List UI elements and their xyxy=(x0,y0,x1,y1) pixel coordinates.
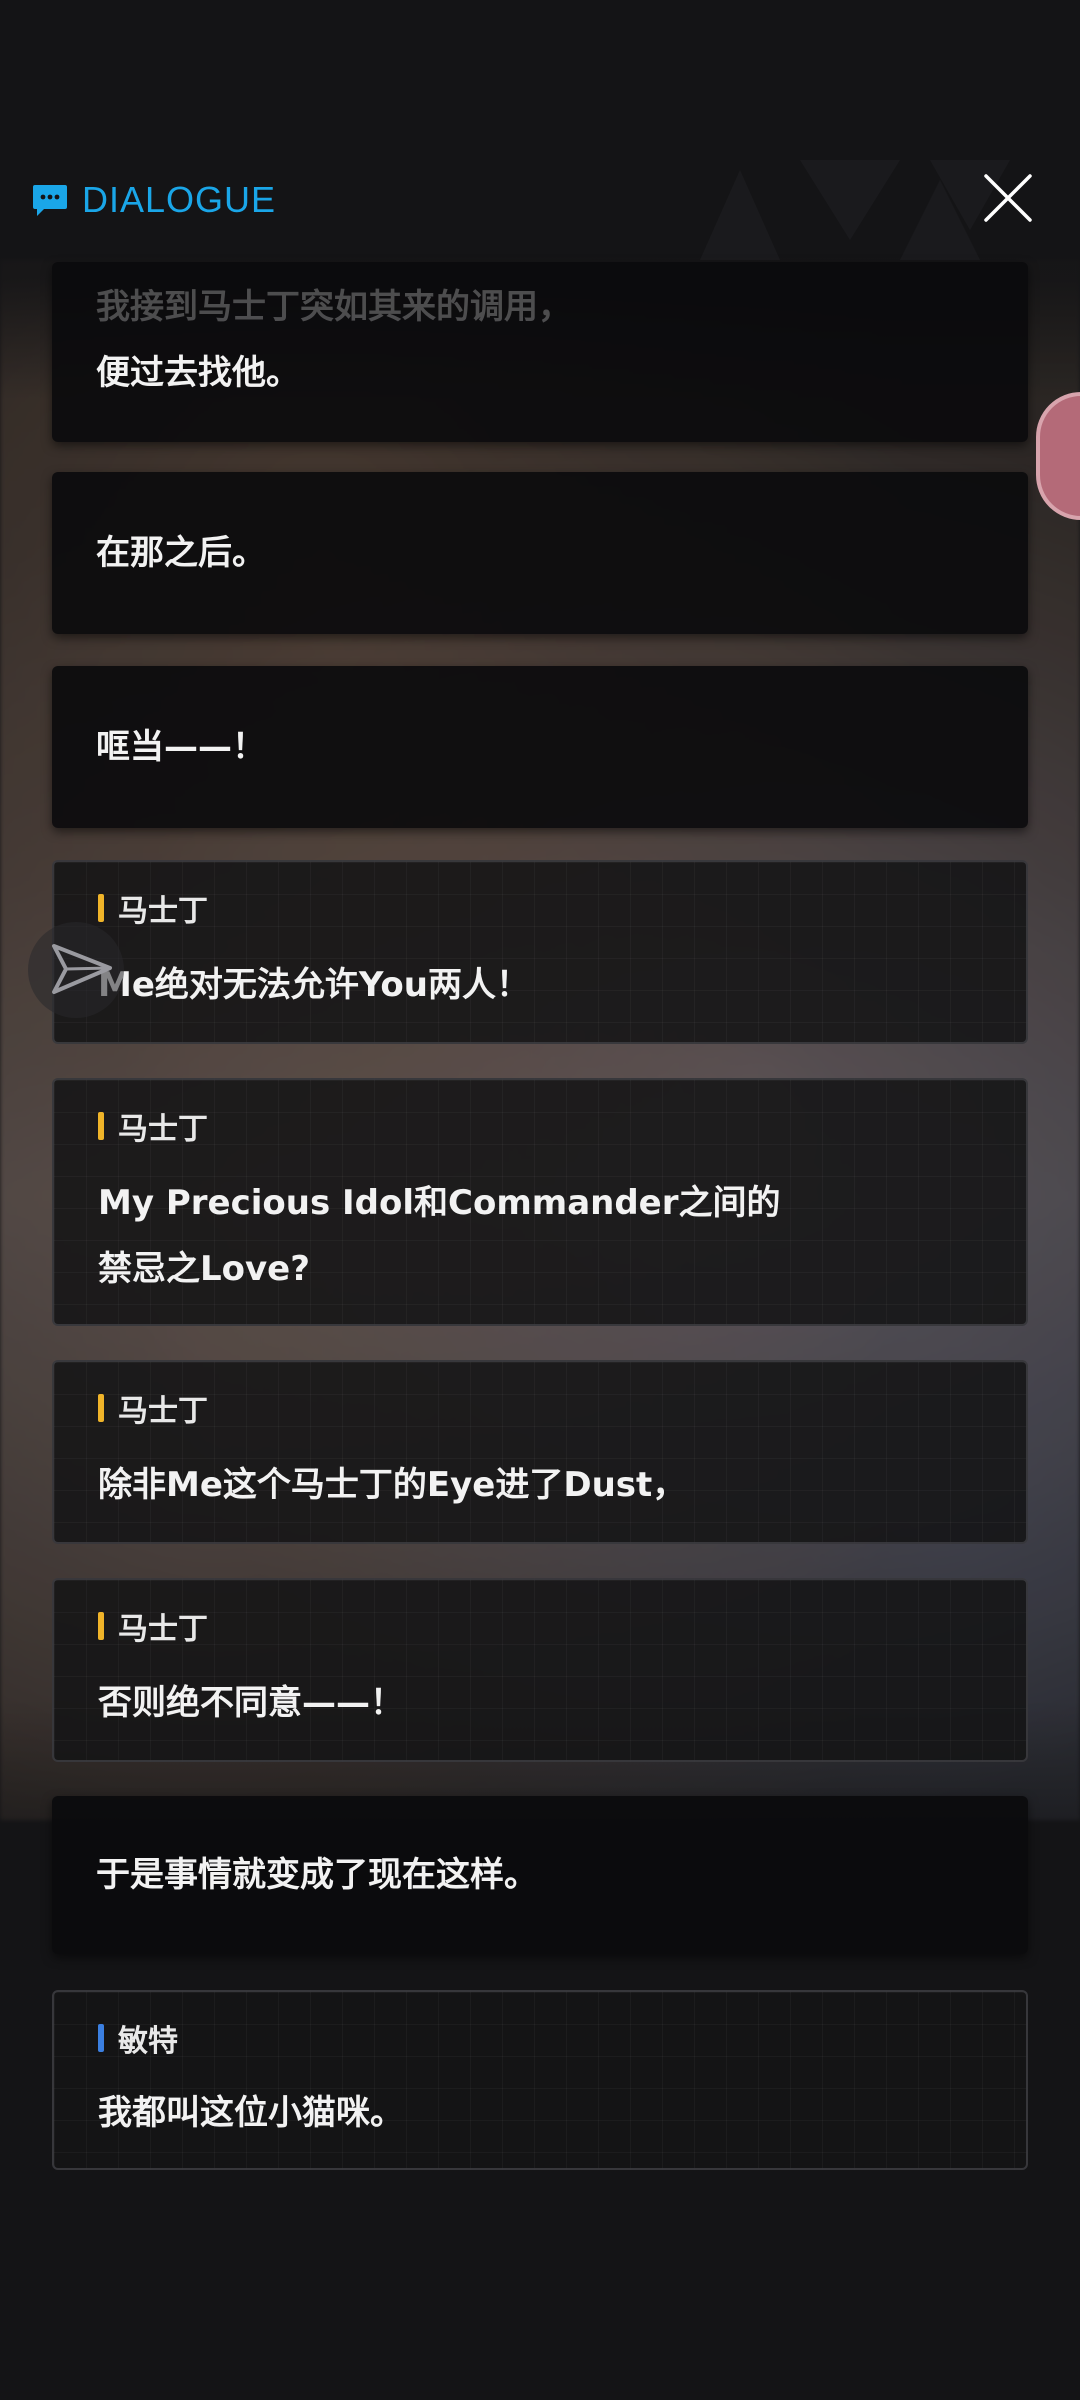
dialogue-card: 马士丁 除非Me这个马士丁的Eye进了Dust， xyxy=(52,1360,1028,1544)
dialogue-text: 哐当——！ xyxy=(96,727,266,767)
speaker-name: 马士丁 xyxy=(118,1612,208,1647)
dialogue-line: My Precious Idol和Commander之间的 xyxy=(98,1183,781,1223)
dialogue-card: 马士丁 Me绝对无法允许You两人！ xyxy=(52,860,1028,1044)
dialogue-card: 我接到马士丁突如其来的调用， 便过去找他。 xyxy=(52,262,1028,442)
dialogue-line: 我接到马士丁突如其来的调用， xyxy=(96,287,572,327)
send-arrow-button[interactable] xyxy=(28,922,124,1018)
send-arrow-icon xyxy=(52,944,112,994)
dialogue-card: 马士丁 My Precious Idol和Commander之间的 禁忌之Lov… xyxy=(52,1078,1028,1326)
dialogue-card: 在那之后。 xyxy=(52,472,1028,634)
speaker-bar xyxy=(98,1612,104,1640)
decorative-triangles-icon xyxy=(700,160,1010,260)
speaker-tag: 马士丁 xyxy=(98,1386,208,1430)
speaker-tag: 马士丁 xyxy=(98,1104,208,1148)
dialogue-text: 在那之后。 xyxy=(96,533,266,573)
dialogue-line: 便过去找他。 xyxy=(96,353,300,393)
chat-bubble-icon xyxy=(33,185,67,216)
speaker-bar xyxy=(98,894,104,922)
dialogue-card: 敏特 我都叫这位小猫咪。 xyxy=(52,1990,1028,2170)
header-title-group: DIALOGUE xyxy=(32,178,276,222)
dialogue-text: My Precious Idol和Commander之间的 禁忌之Love? xyxy=(98,1170,986,1302)
dialogue-text: 否则绝不同意——！ xyxy=(98,1683,404,1723)
dialogue-text: 于是事情就变成了现在这样。 xyxy=(96,1855,538,1895)
speaker-name: 敏特 xyxy=(118,2024,178,2059)
speaker-tag: 敏特 xyxy=(98,2016,178,2060)
speaker-name: 马士丁 xyxy=(118,1112,208,1147)
speaker-tag: 马士丁 xyxy=(98,1604,208,1648)
speaker-bar xyxy=(98,1112,104,1140)
speaker-bar xyxy=(98,2024,104,2052)
header-title: DIALOGUE xyxy=(82,179,277,220)
dialogue-text: 除非Me这个马士丁的Eye进了Dust， xyxy=(98,1465,687,1505)
dialogue-card: 哐当——！ xyxy=(52,666,1028,828)
speaker-name: 马士丁 xyxy=(118,894,208,929)
speaker-name: 马士丁 xyxy=(118,1394,208,1429)
speaker-bar xyxy=(98,1394,104,1422)
dialogue-text: 我都叫这位小猫咪。 xyxy=(98,2093,404,2133)
dialogue-list[interactable]: 我接到马士丁突如其来的调用， 便过去找他。 在那之后。 哐当——！ 马士丁 Me… xyxy=(0,0,1080,2400)
dialogue-text: 我接到马士丁突如其来的调用， 便过去找他。 xyxy=(96,274,988,406)
dialogue-text: Me绝对无法允许You两人！ xyxy=(98,965,530,1005)
dialogue-line: 禁忌之Love? xyxy=(98,1249,310,1289)
close-icon[interactable] xyxy=(980,170,1036,226)
dialogue-card: 马士丁 否则绝不同意——！ xyxy=(52,1578,1028,1762)
dialogue-card: 于是事情就变成了现在这样。 xyxy=(52,1796,1028,1954)
dialogue-header: DIALOGUE xyxy=(0,150,1080,260)
